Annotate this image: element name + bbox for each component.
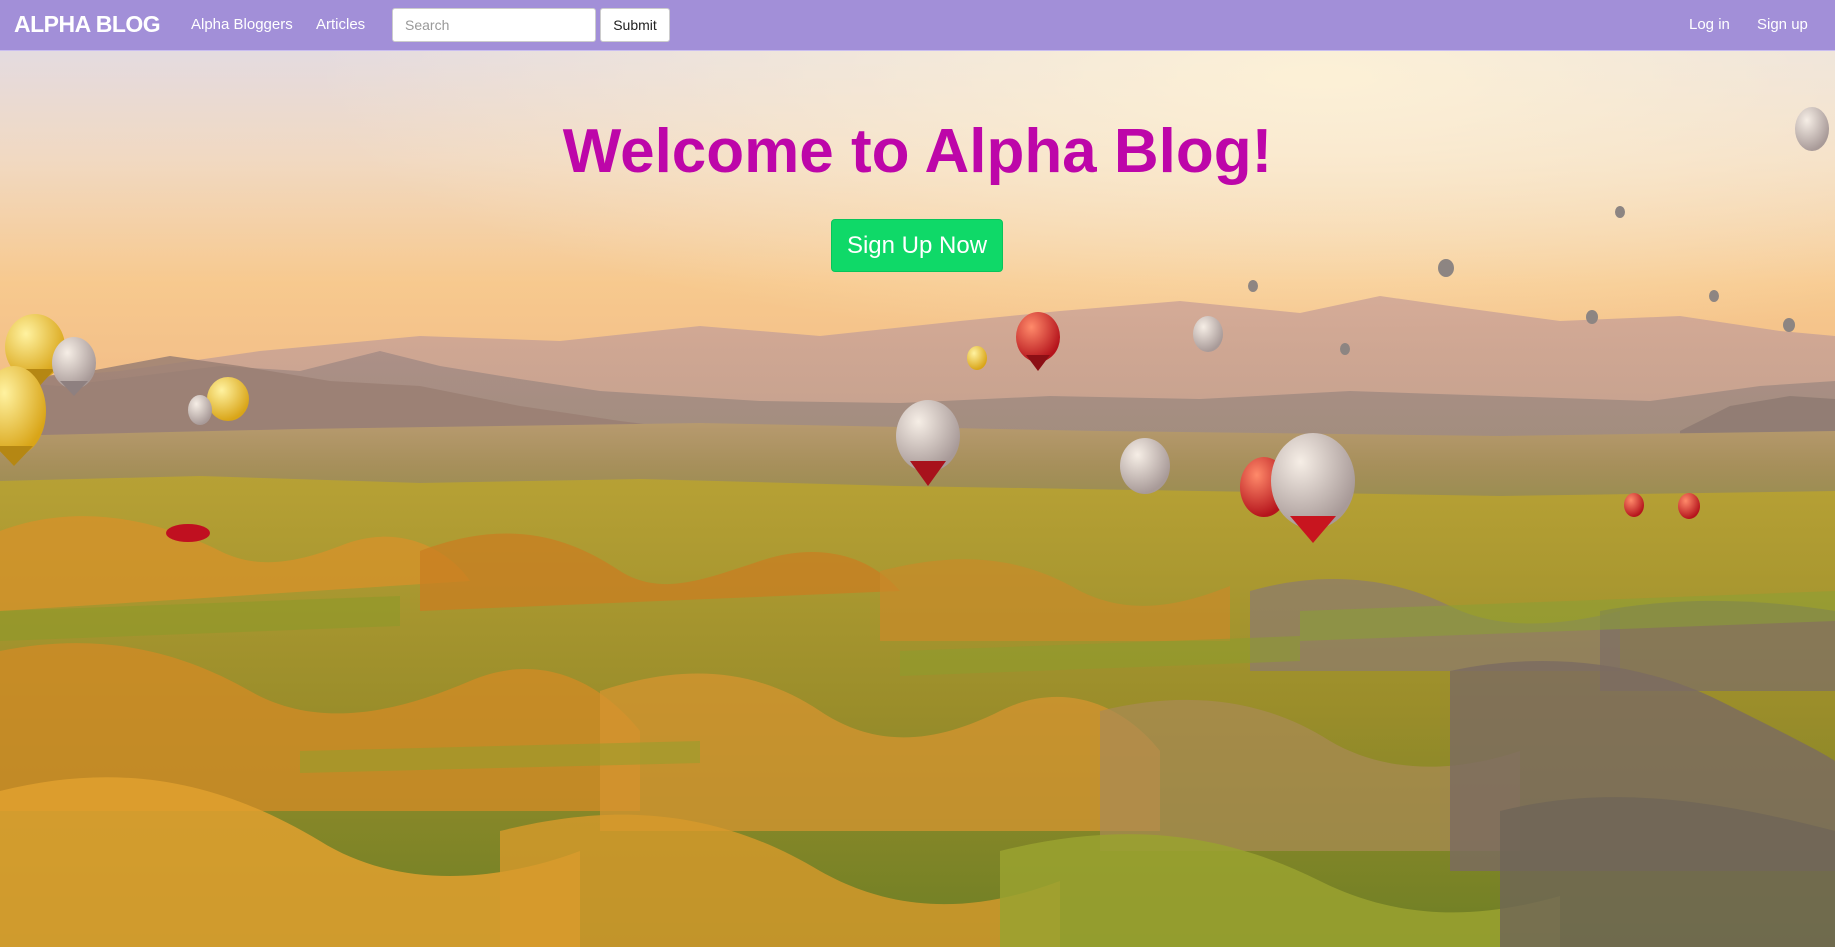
brand-logo-link[interactable]: ALPHA BLOG [14, 11, 161, 38]
search-input[interactable] [392, 8, 596, 42]
nav-link-articles[interactable]: Articles [316, 16, 365, 33]
page: ALPHA BLOG Alpha Bloggers Articles Submi… [0, 0, 1835, 947]
search-submit-button[interactable]: Submit [600, 8, 670, 42]
sign-up-now-button[interactable]: Sign Up Now [831, 219, 1003, 272]
nav-link-alpha-bloggers[interactable]: Alpha Bloggers [191, 16, 293, 33]
navbar: ALPHA BLOG Alpha Bloggers Articles Submi… [0, 0, 1835, 51]
hero-title: Welcome to Alpha Blog! [562, 117, 1273, 186]
nav-link-log-in[interactable]: Log in [1689, 16, 1730, 33]
nav-link-sign-up[interactable]: Sign up [1757, 16, 1808, 33]
